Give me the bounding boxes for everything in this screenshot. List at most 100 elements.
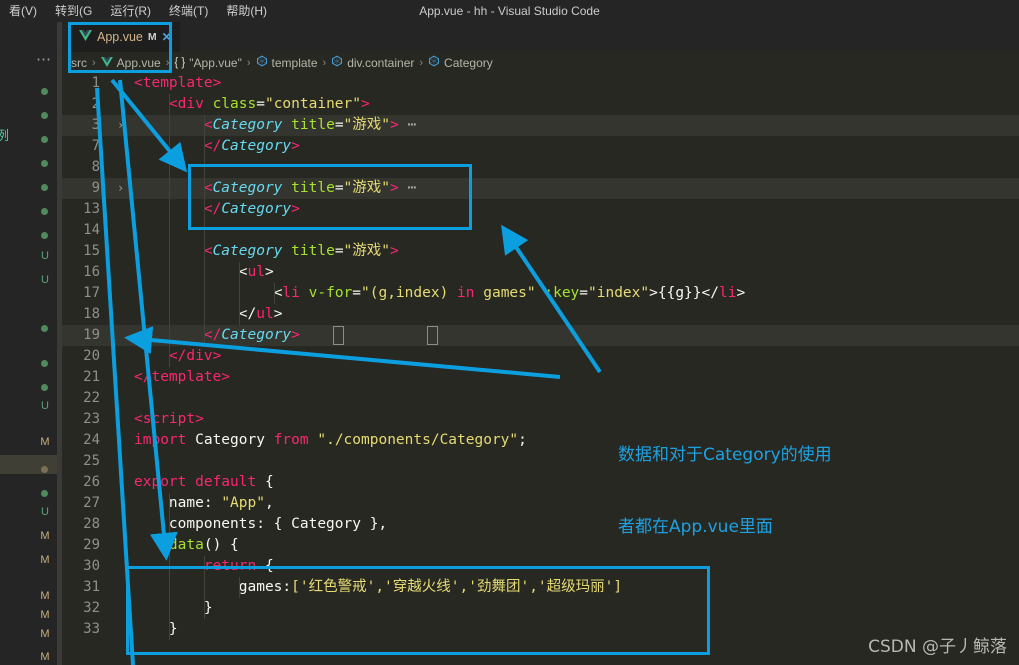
watermark: CSDN @子丿鲸落 — [868, 637, 1007, 657]
breadcrumb-label: template — [271, 55, 318, 70]
sidebar-status-dot — [41, 232, 48, 239]
line-number: 23 — [83, 411, 100, 427]
sidebar-status-dot — [41, 360, 48, 367]
code-line[interactable]: </ul> — [134, 304, 283, 325]
line-number: 31 — [83, 579, 100, 595]
breadcrumb-label: div.container — [347, 55, 415, 70]
menu-item-run[interactable]: 运行(R) — [101, 0, 160, 22]
annotation-note-line-2: 者都在App.vue里面 — [618, 517, 773, 537]
tab-dirty-indicator: M — [147, 31, 157, 43]
sidebar-explorer[interactable]: 例 UUUMUMMMMMM — [0, 22, 62, 665]
sidebar-status-letter: M — [40, 609, 50, 621]
code-editor[interactable]: <template> <div class="container"> <Cate… — [62, 73, 1019, 665]
indent-guide — [203, 157, 205, 178]
breadcrumb-label: App.vue — [116, 55, 161, 70]
editor-gutter[interactable]: 1 2 3 › 7 8 9 › 13 14 15 16 17 18 19 20 21 22 23 24 25 26 27 28… — [62, 73, 126, 665]
menu-bar[interactable]: 看(V) 转到(G 运行(R) 终端(T) 帮助(H) — [0, 0, 276, 22]
symbol-tag-icon — [331, 55, 343, 70]
indent-guide — [168, 220, 170, 241]
code-line[interactable]: name: "App", — [134, 493, 274, 514]
sidebar-status-letter: M — [40, 554, 50, 566]
code-token: "index" — [588, 285, 650, 301]
indent-guide — [203, 598, 205, 619]
editor-code-lines[interactable]: <template> <div class="container"> <Cate… — [62, 73, 1019, 665]
code-line[interactable]: } — [134, 598, 213, 619]
indent-guide — [203, 220, 205, 241]
code-line[interactable]: </div> — [134, 346, 221, 367]
code-token: ul — [256, 306, 274, 322]
indent-guide — [168, 346, 170, 367]
code-token: < — [203, 117, 213, 133]
indent-guide — [238, 304, 240, 325]
sidebar-status-letter: M — [40, 436, 50, 448]
breadcrumb-item-template[interactable]: template — [256, 55, 318, 70]
code-token: data — [168, 537, 204, 553]
menu-item-terminal[interactable]: 终端(T) — [160, 0, 217, 22]
fold-chevron-icon[interactable]: › — [117, 178, 124, 199]
close-icon[interactable]: ✕ — [162, 31, 172, 43]
sidebar-status-dot — [41, 208, 48, 215]
line-number: 27 — [83, 495, 100, 511]
code-line[interactable]: </Category> — [134, 199, 300, 220]
breadcrumb-item-src[interactable]: src — [71, 56, 87, 70]
code-line[interactable]: </template> — [134, 367, 230, 388]
tab-app-vue[interactable]: App.vue M ✕ — [70, 22, 180, 52]
vue-logo-icon — [100, 56, 113, 70]
line-number: 9 — [91, 180, 100, 196]
code-token: > — [361, 96, 370, 112]
code-line[interactable]: } — [134, 619, 178, 640]
indent-guide — [168, 157, 170, 178]
code-token: </ — [203, 201, 222, 217]
fold-chevron-icon[interactable]: › — [117, 115, 124, 136]
menu-item-goto[interactable]: 转到(G — [46, 0, 101, 22]
indent-guide — [203, 262, 205, 283]
code-token: > — [291, 201, 300, 217]
line-number: 13 — [83, 201, 100, 217]
vscode-window: 看(V) 转到(G 运行(R) 终端(T) 帮助(H) App.vue - hh… — [0, 0, 1019, 665]
line-number: 25 — [83, 453, 100, 469]
code-token: } — [134, 621, 178, 637]
code-line[interactable]: <Category title="游戏"> ⋯ — [134, 178, 416, 199]
braces-icon: { } — [174, 56, 186, 69]
code-line[interactable]: export default { — [134, 472, 274, 493]
code-line[interactable]: </Category> — [134, 325, 300, 346]
sidebar-selected-row[interactable] — [0, 455, 57, 474]
menu-item-help[interactable]: 帮助(H) — [217, 0, 276, 22]
code-token: > — [264, 264, 274, 280]
breadcrumb-item-category[interactable]: Category — [428, 55, 493, 70]
code-line[interactable]: <Category title="游戏"> ⋯ — [134, 115, 416, 136]
title-bar: 看(V) 转到(G 运行(R) 终端(T) 帮助(H) App.vue - hh… — [0, 0, 1019, 22]
indent-guide — [168, 493, 170, 514]
code-token: > — [390, 243, 399, 259]
code-line[interactable]: games:['红色警戒','穿越火线','劲舞团','超级玛丽'] — [134, 577, 622, 598]
code-line[interactable]: <template> — [134, 73, 221, 94]
code-line[interactable]: <Category title="游戏"> — [134, 241, 399, 262]
menu-item-view[interactable]: 看(V) — [0, 0, 46, 22]
indent-guide — [168, 535, 170, 556]
code-line[interactable]: components: { Category }, — [134, 514, 387, 535]
tab-overflow-button[interactable]: ⋯ — [36, 50, 52, 68]
code-line[interactable]: </Category> — [134, 136, 300, 157]
sidebar-status-dot — [41, 384, 48, 391]
breadcrumb-item-module[interactable]: { } "App.vue" — [174, 56, 241, 70]
code-token: li — [718, 285, 737, 301]
code-line[interactable]: import Category from "./components/Categ… — [134, 430, 527, 451]
sidebar-partial-label: 例 — [0, 129, 10, 144]
code-line[interactable]: data() { — [134, 535, 239, 556]
code-token: > — [390, 180, 399, 196]
indent-guide — [168, 178, 170, 199]
code-token: < — [238, 264, 248, 280]
sidebar-status-letter: M — [40, 530, 50, 542]
code-line[interactable]: <li v-for="(g,index) in games" :key="ind… — [134, 283, 746, 304]
breadcrumb[interactable]: src › App.vue › { } "App.vue" › template… — [62, 52, 1019, 73]
indent-guide — [168, 283, 170, 304]
symbol-tag-icon — [428, 55, 440, 70]
code-token: = — [579, 285, 589, 301]
code-token: <template> — [134, 75, 222, 91]
breadcrumb-item-app-vue[interactable]: App.vue — [100, 55, 161, 70]
sidebar-status-letter: U — [41, 400, 49, 412]
code-line[interactable]: <script> — [134, 409, 204, 430]
breadcrumb-item-div-container[interactable]: div.container — [331, 55, 414, 70]
